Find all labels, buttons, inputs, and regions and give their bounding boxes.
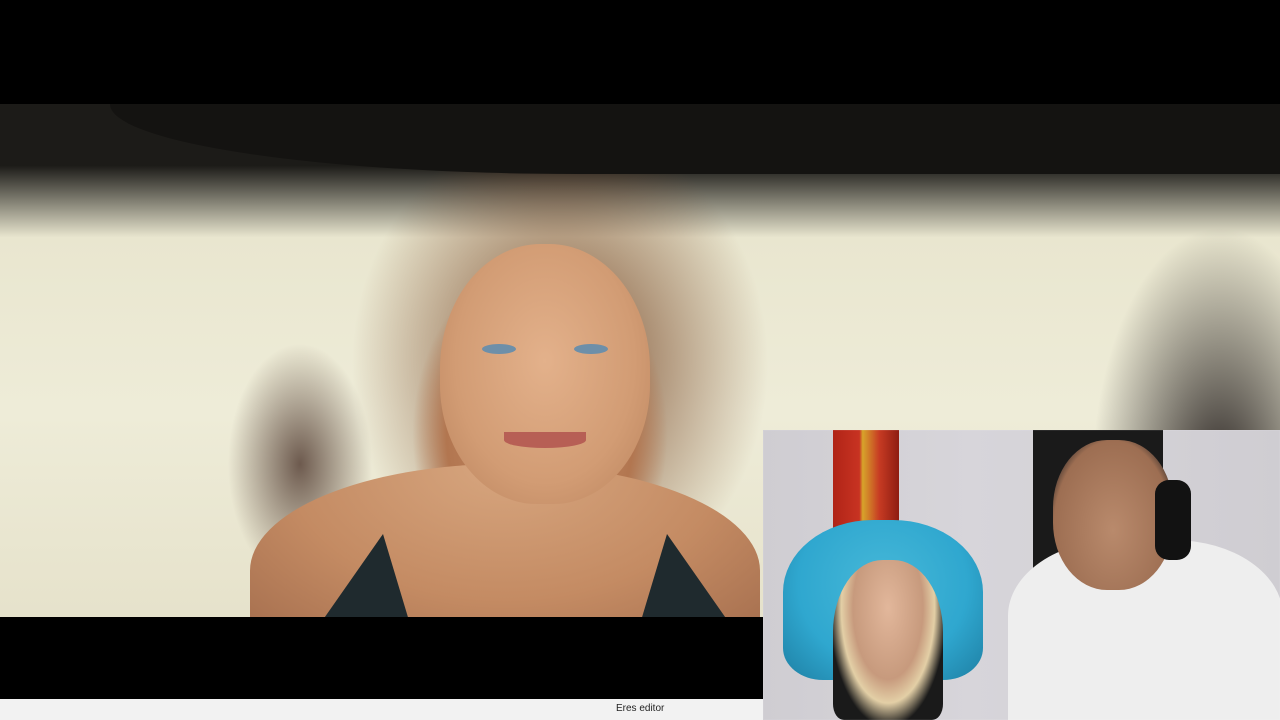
smile [504,432,586,448]
subject-face [440,244,650,504]
webcam-border [763,430,1280,720]
letterbox-bottom [0,617,763,699]
boat-canopy [110,104,1280,174]
left-eye [482,344,516,354]
right-eye [574,344,608,354]
status-text: Eres editor [616,703,665,714]
